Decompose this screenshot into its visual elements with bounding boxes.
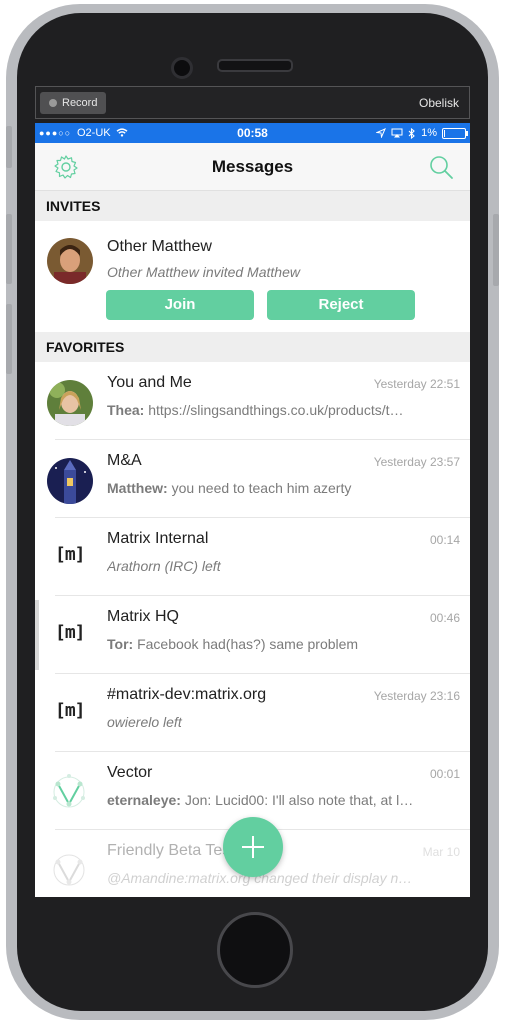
room-time: 00:46 [429, 611, 460, 625]
selected-indicator [35, 600, 39, 670]
record-button[interactable]: Record [40, 92, 106, 114]
room-time: 00:01 [429, 767, 460, 781]
message-text: https://slingsandthings.co.uk/products/t… [148, 402, 404, 418]
message-text: Jon: Lucid00: I'll also note that, at l… [184, 792, 414, 808]
room-row-you-and-me[interactable]: You and Me Yesterday 22:51 Thea: https:/… [35, 362, 470, 440]
room-time: Yesterday 23:57 [373, 455, 460, 469]
search-icon[interactable] [428, 154, 454, 180]
room-name: You and Me [107, 374, 192, 391]
page-title: Messages [211, 157, 294, 176]
new-room-fab-button[interactable] [223, 817, 283, 877]
join-button[interactable]: Join [106, 290, 254, 320]
message-text: you need to teach him azerty [171, 480, 352, 496]
sender: Tor: [107, 636, 134, 652]
room-time: Yesterday 23:16 [373, 689, 460, 703]
location-icon [376, 128, 387, 138]
volume-up-button [6, 214, 12, 284]
section-header-favorites: FAVORITES [35, 332, 470, 362]
mute-switch [6, 126, 12, 168]
status-right: 1% [376, 123, 468, 143]
status-bar: ●●●○○ O2-UK 00:58 1% [35, 123, 470, 143]
volume-down-button [6, 304, 12, 374]
vector-logo-icon [53, 854, 85, 886]
room-row-m-and-a[interactable]: M&A Yesterday 23:57 Matthew: you need to… [35, 440, 470, 518]
battery-icon [442, 127, 468, 139]
front-camera [171, 57, 193, 79]
matrix-logo-icon: [m] [55, 700, 85, 721]
nav-bar: Messages [35, 143, 470, 191]
record-label: Record [62, 97, 98, 109]
room-preview: Tor: Facebook had(has?) same problem [107, 636, 462, 652]
app-screen: ●●●○○ O2-UK 00:58 1% Messages INVITES Ot… [35, 123, 470, 897]
room-preview: Arathorn (IRC) left [107, 558, 221, 574]
room-row-matrix-dev[interactable]: [m] #matrix-dev:matrix.org Yesterday 23:… [35, 674, 470, 752]
record-dot-icon [49, 99, 57, 107]
matrix-logo-icon: [m] [55, 622, 85, 643]
section-header-invites: INVITES [35, 191, 470, 221]
avatar [47, 380, 93, 426]
room-preview: Matthew: you need to teach him azerty [107, 480, 462, 496]
room-preview: Thea: https://slingsandthings.co.uk/prod… [107, 402, 462, 418]
vector-logo-icon [53, 774, 85, 808]
message-text: Facebook had(has?) same problem [137, 636, 359, 652]
home-button[interactable] [217, 912, 293, 988]
invite-preview: Other Matthew invited Matthew [107, 264, 300, 280]
room-preview: @Amandine:matrix.org changed their displ… [107, 870, 413, 886]
room-name: Matrix HQ [107, 608, 179, 625]
room-preview: eternaleye: Jon: Lucid00: I'll also note… [107, 792, 462, 808]
airplay-icon [391, 128, 403, 138]
power-button [493, 214, 499, 286]
sender: Thea: [107, 402, 145, 418]
room-name: Matrix Internal [107, 530, 209, 547]
matrix-logo-icon: [m] [55, 544, 85, 565]
sender: Matthew: [107, 480, 168, 496]
room-time: Yesterday 22:51 [373, 377, 460, 391]
room-name: M&A [107, 452, 142, 469]
room-time: Mar 10 [422, 845, 460, 859]
room-time: 00:14 [429, 533, 460, 547]
room-preview: owierelo left [107, 714, 182, 730]
avatar [47, 458, 93, 504]
device-name: Obelisk [418, 96, 459, 110]
reject-button[interactable]: Reject [267, 290, 415, 320]
room-name: #matrix-dev:matrix.org [107, 686, 267, 703]
avatar [47, 238, 93, 284]
record-bar: Record Obelisk [35, 86, 470, 119]
room-row-matrix-hq[interactable]: [m] Matrix HQ 00:46 Tor: Facebook had(ha… [35, 596, 470, 674]
invite-room-name: Other Matthew [107, 238, 212, 255]
room-name: Vector [107, 764, 153, 781]
sender: eternaleye: [107, 792, 181, 808]
bluetooth-icon [408, 127, 415, 139]
room-row-matrix-internal[interactable]: [m] Matrix Internal 00:14 Arathorn (IRC)… [35, 518, 470, 596]
earpiece-speaker [217, 59, 293, 72]
battery-percent: 1% [421, 127, 437, 139]
